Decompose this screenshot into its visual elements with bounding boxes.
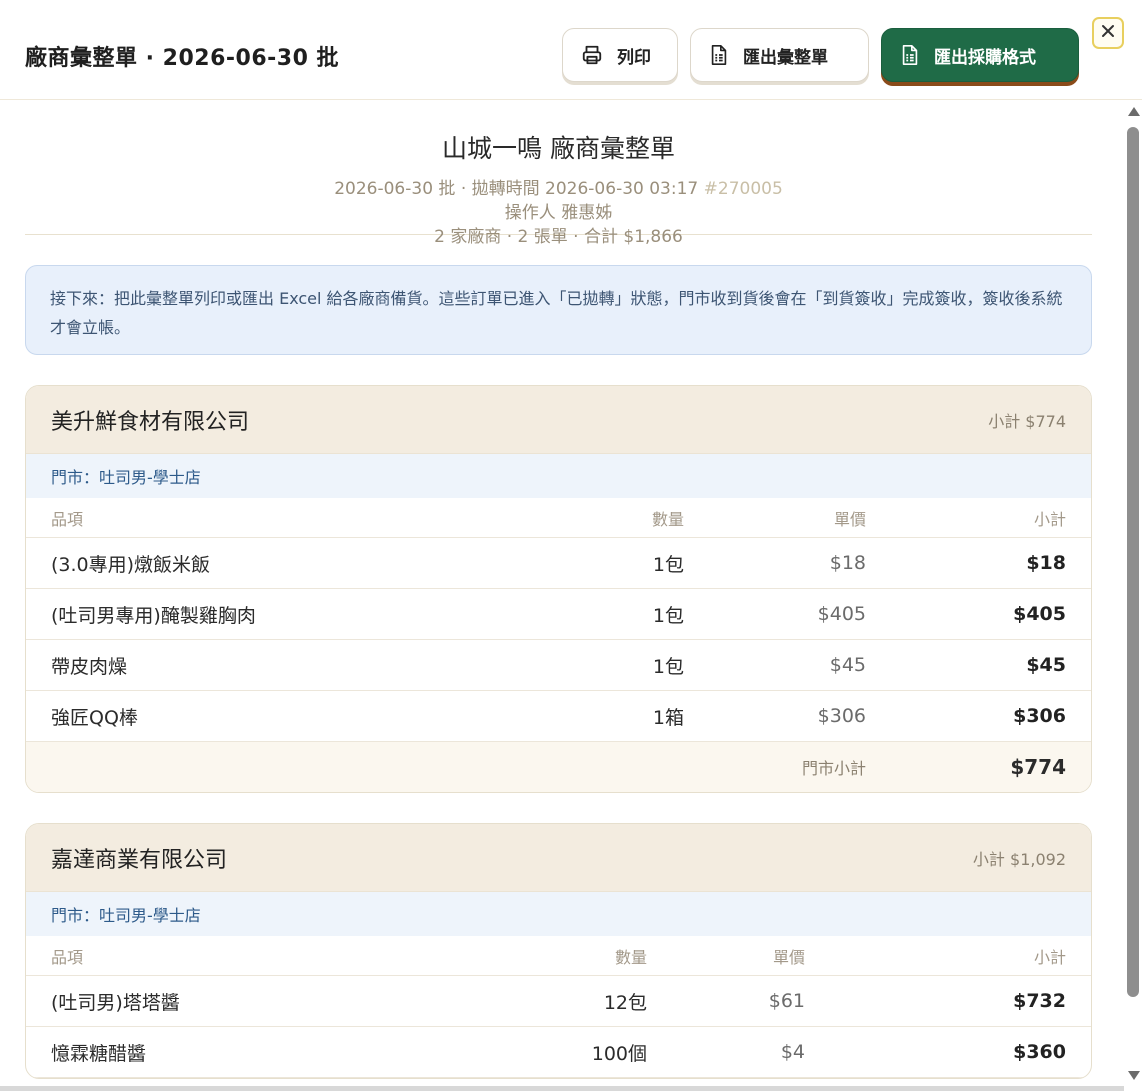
item-price: $306 <box>685 690 867 742</box>
table-row: 強匠QQ棒 1箱 $306 $306 <box>26 690 1091 742</box>
item-subtotal: $360 <box>806 1026 1091 1078</box>
operator-info: 操作人 雅惠姊 <box>504 203 613 223</box>
print-label: 列印 <box>617 47 651 68</box>
scroll-down-arrow-icon[interactable] <box>1128 1071 1140 1080</box>
scroll-thumb[interactable] <box>1127 127 1139 997</box>
item-name: (吐司男專用)醃製雞胸肉 <box>26 588 565 640</box>
vendor-subtotal: 小計 $1,092 <box>972 849 1066 869</box>
item-qty: 1包 <box>565 537 685 589</box>
export-summary-label: 匯出彙整單 <box>743 47 828 68</box>
table-row: (吐司男專用)醃製雞胸肉 1包 $405 $405 <box>26 588 1091 640</box>
item-name: (3.0專用)燉飯米飯 <box>26 537 565 589</box>
table-row: (吐司男)塔塔醬 12包 $61 $732 <box>26 975 1091 1027</box>
spreadsheet-icon <box>709 44 729 66</box>
item-name: 強匠QQ棒 <box>26 690 565 742</box>
export-summary-button[interactable]: 匯出彙整單 <box>690 28 869 82</box>
item-subtotal: $732 <box>806 975 1091 1027</box>
item-subtotal: $306 <box>867 690 1091 742</box>
backdrop <box>0 1086 1124 1091</box>
scroll-up-arrow-icon[interactable] <box>1128 107 1140 116</box>
item-qty: 100個 <box>528 1026 648 1078</box>
item-subtotal: $45 <box>867 639 1091 691</box>
close-icon <box>1100 23 1116 43</box>
item-qty: 1包 <box>565 639 685 691</box>
table-row: (3.0專用)燉飯米飯 1包 $18 $18 <box>26 537 1091 589</box>
table-row: 帶皮肉燥 1包 $45 $45 <box>26 639 1091 691</box>
modal-header: 廠商彙整單 · 2026-06-30 批 列印 匯出彙整單 匯出採購格式 <box>0 0 1142 100</box>
item-subtotal: $405 <box>867 588 1091 640</box>
store-total-label: 門市小計 <box>685 741 867 792</box>
item-price: $405 <box>685 588 867 640</box>
column-qty: 數量 <box>528 936 648 976</box>
store-total-row: 門市小計 $774 <box>26 741 1091 792</box>
item-price: $18 <box>685 537 867 589</box>
item-name: (吐司男)塔塔醬 <box>26 975 528 1027</box>
column-qty: 數量 <box>565 498 685 538</box>
vendor-header: 美升鮮食材有限公司 小計 $774 <box>26 386 1091 454</box>
item-qty: 1包 <box>565 588 685 640</box>
column-item: 品項 <box>26 498 565 538</box>
items-table: 品項 數量 單價 小計 (吐司男)塔塔醬 12包 $61 $732 憶霖糖醋醬 … <box>26 936 1091 1078</box>
item-price: $61 <box>648 975 806 1027</box>
close-button[interactable] <box>1092 17 1124 49</box>
vendor-name: 美升鮮食材有限公司 <box>51 409 250 435</box>
order-number: #270005 <box>703 179 783 199</box>
store-label: 門市：吐司男-學士店 <box>26 454 1091 498</box>
info-notice: 接下來：把此彙整單列印或匯出 Excel 給各廠商備貨。這些訂單已進入「已拋轉」… <box>25 265 1092 355</box>
item-subtotal: $18 <box>867 537 1091 589</box>
item-price: $4 <box>648 1026 806 1078</box>
column-subtotal: 小計 <box>867 498 1091 538</box>
item-qty: 12包 <box>528 975 648 1027</box>
item-qty: 1箱 <box>565 690 685 742</box>
column-subtotal: 小計 <box>806 936 1091 976</box>
print-button[interactable]: 列印 <box>562 28 678 82</box>
batch-info: 2026-06-30 批 · 拋轉時間 2026-06-30 03:17 <box>334 179 699 199</box>
modal-title: 廠商彙整單 · 2026-06-30 批 <box>25 46 340 71</box>
export-purchase-button[interactable]: 匯出採購格式 <box>881 28 1079 82</box>
scrollbar[interactable] <box>1124 101 1142 1091</box>
table-header: 品項 數量 單價 小計 <box>26 498 1091 538</box>
store-label: 門市：吐司男-學士店 <box>26 892 1091 936</box>
document-title: 山城一鳴 廠商彙整單 <box>442 134 675 163</box>
table-row: 憶霖糖醋醬 100個 $4 $360 <box>26 1026 1091 1078</box>
table-header: 品項 數量 單價 小計 <box>26 936 1091 976</box>
items-table: 品項 數量 單價 小計 (3.0專用)燉飯米飯 1包 $18 $18 (吐司男專… <box>26 498 1091 792</box>
printer-icon <box>581 44 603 66</box>
spreadsheet-icon <box>900 44 920 66</box>
summary-content[interactable]: 山城一鳴 廠商彙整單 2026-06-30 批 · 拋轉時間 2026-06-3… <box>25 101 1092 1091</box>
store-total-value: $774 <box>867 741 1091 792</box>
item-name: 憶霖糖醋醬 <box>26 1026 528 1078</box>
vendor-name: 嘉達商業有限公司 <box>51 847 228 873</box>
vendor-subtotal: 小計 $774 <box>988 411 1066 431</box>
document-header: 山城一鳴 廠商彙整單 2026-06-30 批 · 拋轉時間 2026-06-3… <box>25 101 1092 247</box>
vendor-card: 美升鮮食材有限公司 小計 $774 門市：吐司男-學士店 品項 數量 單價 小計… <box>25 385 1092 793</box>
item-name: 帶皮肉燥 <box>26 639 565 691</box>
summary-info: 2 家廠商 · 2 張單 · 合計 $1,866 <box>434 227 683 247</box>
document-meta: 2026-06-30 批 · 拋轉時間 2026-06-30 03:17 #27… <box>25 177 1092 249</box>
column-price: 單價 <box>648 936 806 976</box>
export-purchase-label: 匯出採購格式 <box>934 47 1036 68</box>
vendor-header: 嘉達商業有限公司 小計 $1,092 <box>26 824 1091 892</box>
column-item: 品項 <box>26 936 528 976</box>
item-price: $45 <box>685 639 867 691</box>
vendor-card: 嘉達商業有限公司 小計 $1,092 門市：吐司男-學士店 品項 數量 單價 小… <box>25 823 1092 1079</box>
column-price: 單價 <box>685 498 867 538</box>
